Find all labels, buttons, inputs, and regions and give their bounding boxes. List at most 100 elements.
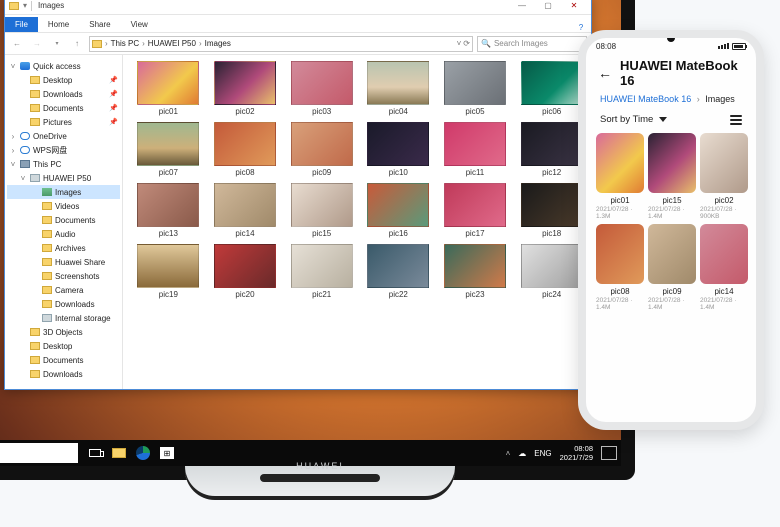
maximize-button[interactable]: ▢ xyxy=(535,0,561,13)
thumbnail[interactable]: pic02 xyxy=(210,61,281,116)
tree-item[interactable]: Desktop xyxy=(7,339,120,353)
phone-file-name: pic14 xyxy=(714,287,733,296)
thumbnail[interactable]: pic11 xyxy=(440,122,511,177)
minimize-button[interactable]: — xyxy=(509,0,535,13)
tree-twisty-icon[interactable]: ˅ xyxy=(19,174,27,183)
crumb-this-pc[interactable]: This PC xyxy=(111,39,139,48)
thumbnail-caption: pic07 xyxy=(159,168,178,177)
folder-icon xyxy=(42,258,52,266)
folder-icon xyxy=(30,356,40,364)
tree-twisty-icon[interactable]: › xyxy=(9,132,17,141)
tree-label: Downloads xyxy=(43,90,83,99)
search-box[interactable]: 🔍 Search Images xyxy=(477,36,587,52)
nav-recent-button[interactable]: ▾ xyxy=(49,36,65,52)
thumbnail-image xyxy=(137,183,199,227)
tree-item[interactable]: Documents xyxy=(7,353,120,367)
thumbnail[interactable]: pic24 xyxy=(516,244,587,299)
tree-item[interactable]: Audio xyxy=(7,227,120,241)
tree-item[interactable]: Internal storage xyxy=(7,311,120,325)
thumbnail[interactable]: pic21 xyxy=(286,244,357,299)
pin-icon: 📌 xyxy=(109,90,120,98)
help-icon[interactable]: ? xyxy=(571,23,591,32)
breadcrumb-link[interactable]: HUAWEI MateBook 16 xyxy=(600,94,691,104)
thumbnail[interactable]: pic09 xyxy=(286,122,357,177)
phone-file-card[interactable]: pic142021/07/28 · 1.4M xyxy=(700,224,748,311)
thumbnail[interactable]: pic12 xyxy=(516,122,587,177)
phone-file-name: pic02 xyxy=(714,196,733,205)
thumbnail[interactable]: pic01 xyxy=(133,61,204,116)
tree-item[interactable]: Videos xyxy=(7,199,120,213)
phone-file-card[interactable]: pic082021/07/28 · 1.4M xyxy=(596,224,644,311)
phone-file-card[interactable]: pic012021/07/28 · 1.3M xyxy=(596,133,644,220)
thumbnail[interactable]: pic20 xyxy=(210,244,281,299)
tree-item[interactable]: Archives xyxy=(7,241,120,255)
tree-item[interactable]: ˅This PC xyxy=(7,157,120,171)
thumbnail[interactable]: pic16 xyxy=(363,183,434,238)
tree-item[interactable]: Huawei Share xyxy=(7,255,120,269)
thumbnail[interactable]: pic13 xyxy=(133,183,204,238)
tree-item[interactable]: ›WPS网盘 xyxy=(7,143,120,157)
title-bar[interactable]: ▾ Images — ▢ ✕ xyxy=(5,0,591,15)
tab-share[interactable]: Share xyxy=(79,17,120,32)
file-menu[interactable]: File xyxy=(5,17,38,32)
thumbnail-caption: pic13 xyxy=(159,229,178,238)
back-button[interactable]: ← xyxy=(598,65,612,81)
thumbnail[interactable]: pic10 xyxy=(363,122,434,177)
tree-twisty-icon[interactable]: ˅ xyxy=(9,160,17,169)
drive-icon xyxy=(42,314,52,322)
crumb-folder[interactable]: Images xyxy=(205,39,231,48)
tree-item[interactable]: Pictures📌 xyxy=(7,115,120,129)
tree-item[interactable]: ˅HUAWEI P50 xyxy=(7,171,120,185)
tree-item[interactable]: ›OneDrive xyxy=(7,129,120,143)
tree-item[interactable]: 3D Objects xyxy=(7,325,120,339)
tree-item[interactable]: Downloads xyxy=(7,367,120,381)
tree-item[interactable]: Documents📌 xyxy=(7,101,120,115)
sort-button[interactable]: Sort by Time xyxy=(600,114,667,125)
tree-twisty-icon[interactable]: › xyxy=(9,146,17,155)
tree-item[interactable]: Downloads xyxy=(7,297,120,311)
tree-item[interactable]: Documents xyxy=(7,213,120,227)
tree-twisty-icon[interactable]: ˅ xyxy=(9,62,17,71)
thumbnail[interactable]: pic07 xyxy=(133,122,204,177)
thumbnail-caption: pic14 xyxy=(235,229,254,238)
thumbnail[interactable]: pic14 xyxy=(210,183,281,238)
nav-fwd-button[interactable]: → xyxy=(29,36,45,52)
phone-file-card[interactable]: pic152021/07/28 · 1.4M xyxy=(648,133,696,220)
dropdown-icon[interactable]: ˅ xyxy=(457,39,462,48)
thumbnail[interactable]: pic05 xyxy=(440,61,511,116)
breadcrumb-bar[interactable]: › This PC› HUAWEI P50› Images ˅⟳ xyxy=(89,36,473,52)
nav-tree[interactable]: ˅Quick accessDesktop📌 Downloads 📌 Documents… xyxy=(5,55,123,389)
tree-label: Archives xyxy=(55,244,86,253)
tree-item[interactable]: Desktop📌 xyxy=(7,73,120,87)
tab-view[interactable]: View xyxy=(121,17,158,32)
chevron-right-icon: › xyxy=(694,94,703,104)
thumbnail[interactable]: pic23 xyxy=(440,244,511,299)
tree-item[interactable]: Camera xyxy=(7,283,120,297)
thumbnail[interactable]: pic08 xyxy=(210,122,281,177)
nav-back-button[interactable]: ← xyxy=(9,36,25,52)
qa-triangle[interactable]: ▾ xyxy=(23,1,27,10)
thumbnail[interactable]: pic03 xyxy=(286,61,357,116)
tree-item[interactable]: Screenshots xyxy=(7,269,120,283)
address-bar-row: ← → ▾ ↑ › This PC› HUAWEI P50› Images ˅⟳ xyxy=(5,33,591,55)
tree-item[interactable]: ˅Quick access xyxy=(7,59,120,73)
tree-item[interactable]: Images xyxy=(7,185,120,199)
view-list-icon[interactable] xyxy=(730,115,742,125)
content-pane[interactable]: pic01pic02pic03pic04pic05pic06 pic07 pic08… xyxy=(123,55,591,389)
thumbnail[interactable]: pic04 xyxy=(363,61,434,116)
refresh-icon[interactable]: ⟳ xyxy=(463,39,470,48)
thumbnail[interactable]: pic15 xyxy=(286,183,357,238)
pc-icon xyxy=(20,160,30,168)
tree-item[interactable]: Downloads 📌 xyxy=(7,87,120,101)
nav-up-button[interactable]: ↑ xyxy=(69,36,85,52)
thumbnail[interactable]: pic22 xyxy=(363,244,434,299)
crumb-device[interactable]: HUAWEI P50 xyxy=(148,39,196,48)
thumbnail[interactable]: pic06 xyxy=(516,61,587,116)
thumbnail[interactable]: pic18 xyxy=(516,183,587,238)
thumbnail[interactable]: pic17 xyxy=(440,183,511,238)
thumbnail[interactable]: pic19 xyxy=(133,244,204,299)
phone-file-card[interactable]: pic092021/07/28 · 1.4M xyxy=(648,224,696,311)
close-button[interactable]: ✕ xyxy=(561,0,587,13)
tab-home[interactable]: Home xyxy=(38,17,79,32)
phone-file-card[interactable]: pic022021/07/28 · 900KB xyxy=(700,133,748,220)
